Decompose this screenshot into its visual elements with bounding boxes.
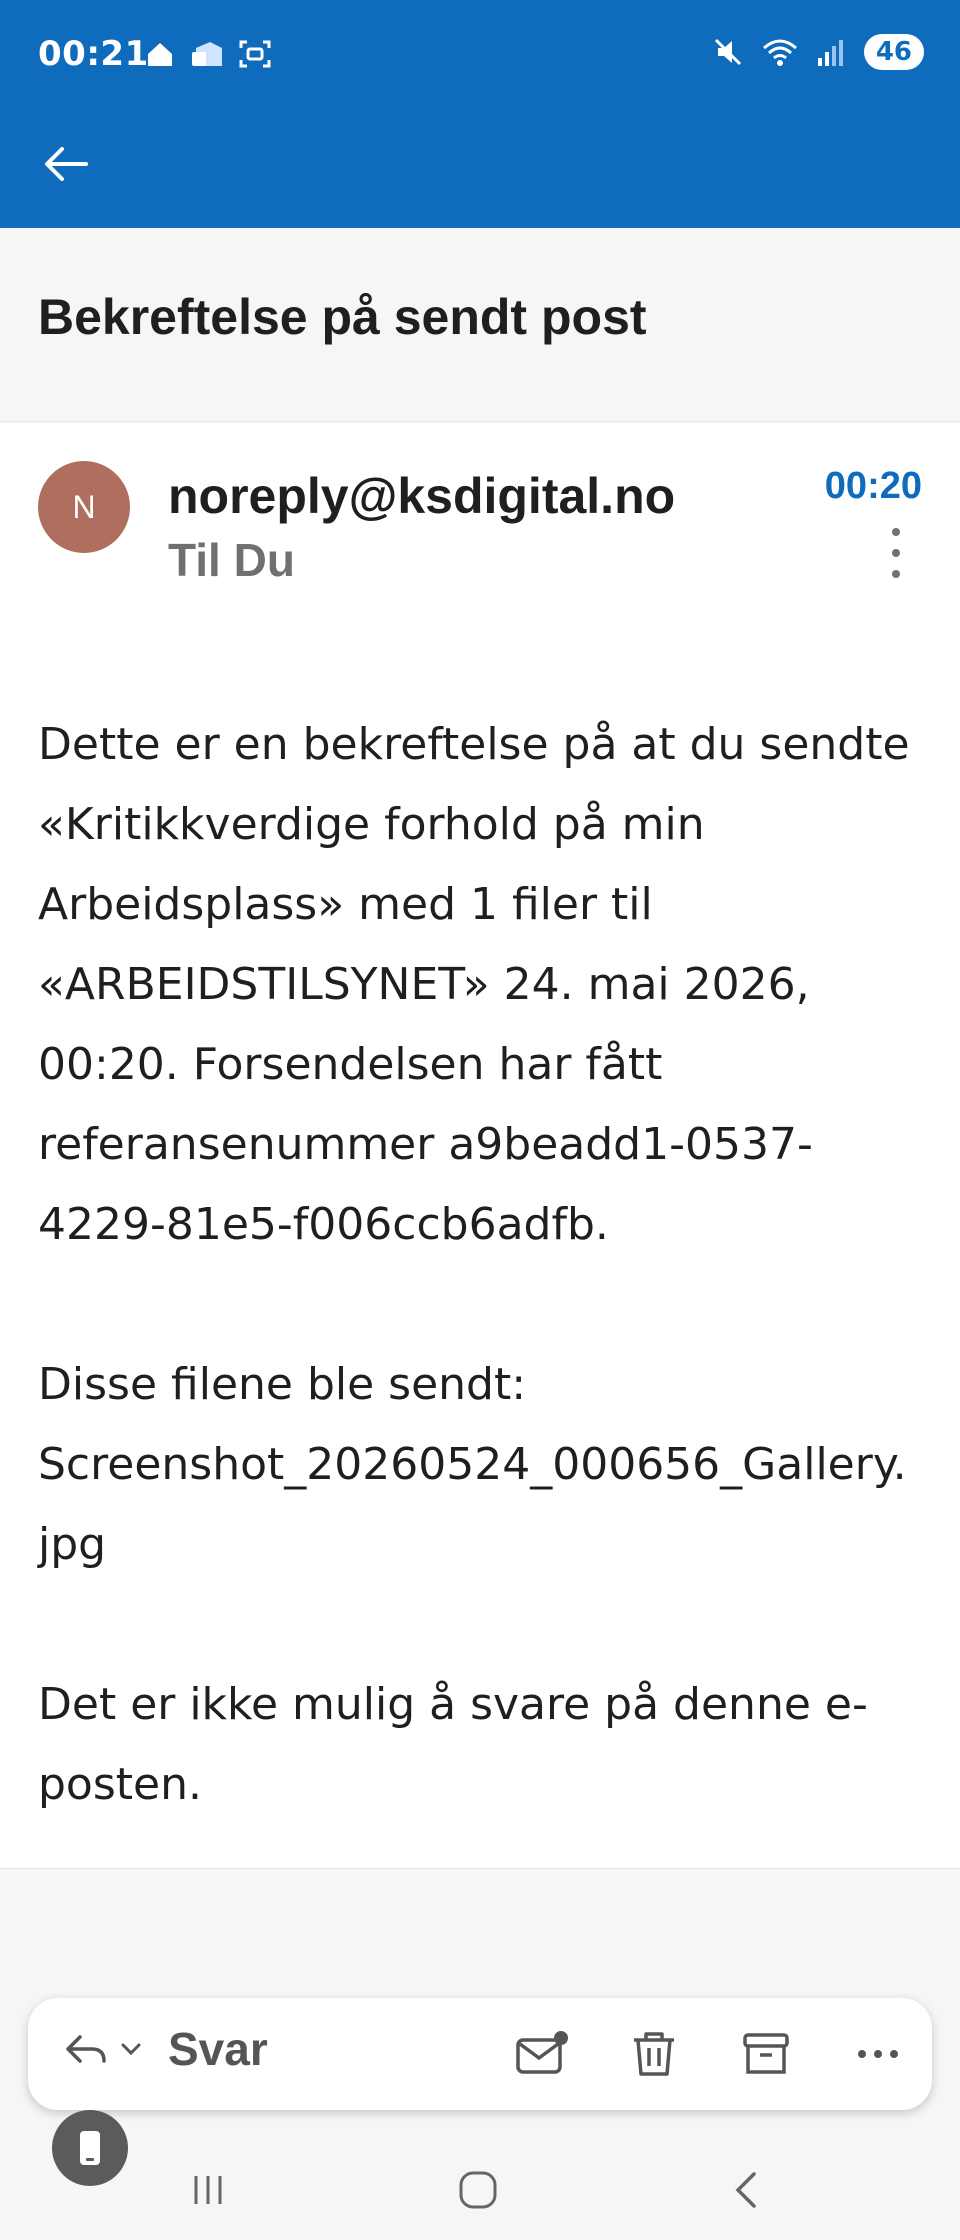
notification-icons	[144, 38, 272, 70]
home-button-icon[interactable]	[448, 2160, 508, 2220]
email-body: Dette er en bekreftelse på at du sendte …	[38, 705, 918, 1825]
avatar[interactable]: N	[38, 461, 130, 553]
reply-button[interactable]: Svar	[62, 2022, 268, 2076]
more-horizontal-icon[interactable]	[850, 2026, 906, 2082]
email-message: N noreply@ksdigital.no Til Du 00:20 Dett…	[0, 423, 960, 1869]
email-subject: Bekreftelse på sendt post	[38, 289, 647, 345]
archive-icon[interactable]	[738, 2026, 794, 2082]
message-time: 00:20	[824, 465, 922, 507]
status-time: 00:21	[38, 34, 149, 74]
system-icons: 46	[712, 34, 924, 70]
delete-icon[interactable]	[626, 2026, 682, 2082]
attachment-filename: Screenshot_20260524_000656_Gallery.jpg	[38, 1439, 907, 1570]
battery-indicator: 46	[863, 34, 924, 70]
arrow-left-icon	[45, 147, 88, 181]
reply-icon	[66, 2035, 106, 2063]
outlook-icon	[192, 42, 222, 66]
body-paragraph: Disse filene ble sendt:	[38, 1359, 527, 1410]
signal-icon	[817, 40, 843, 66]
app-header: 00:21 46	[0, 0, 960, 228]
home-icon	[148, 43, 172, 66]
mute-icon	[714, 38, 741, 66]
message-action-bar: Svar	[28, 1998, 932, 2110]
reply-label: Svar	[168, 2023, 268, 2075]
body-paragraph: Det er ikke mulig å svare på denne e-pos…	[38, 1679, 868, 1810]
phone-icon[interactable]	[52, 2110, 128, 2186]
screenshot-icon	[239, 40, 271, 68]
subject-bar: Bekreftelse på sendt post	[0, 228, 960, 422]
body-paragraph: Dette er en bekreftelse på at du sendte …	[38, 719, 910, 1250]
recent-apps-icon[interactable]	[178, 2160, 238, 2220]
recipient-line[interactable]: Til Du	[168, 533, 295, 587]
back-button[interactable]	[36, 134, 96, 194]
wifi-icon	[762, 39, 797, 66]
chevron-down-icon[interactable]	[118, 2036, 144, 2062]
more-options-icon[interactable]	[886, 528, 906, 578]
mark-unread-icon[interactable]	[514, 2026, 570, 2082]
nav-back-icon[interactable]	[716, 2160, 776, 2220]
status-bar: 00:21 46	[0, 0, 960, 110]
sender-address[interactable]: noreply@ksdigital.no	[168, 467, 675, 525]
